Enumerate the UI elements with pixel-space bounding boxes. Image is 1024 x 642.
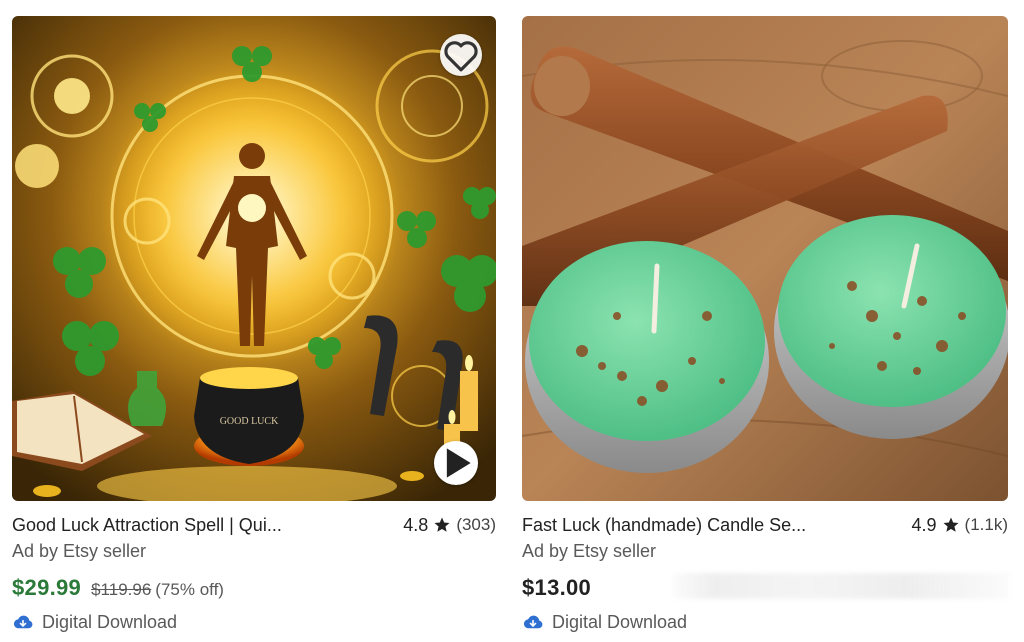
favorite-button[interactable]	[440, 34, 482, 76]
blurred-watermark	[672, 573, 1010, 599]
listing-image[interactable]: GOOD LUCK	[12, 16, 496, 501]
rating-score: 4.8	[403, 514, 429, 535]
delivery-label: Digital Download	[42, 611, 178, 632]
discount-percent: (75% off)	[155, 580, 224, 599]
delivery-label: Digital Download	[552, 611, 688, 632]
spell-artwork: GOOD LUCK	[12, 16, 496, 501]
star-icon	[434, 517, 450, 532]
cloud-download-icon	[13, 615, 33, 629]
play-icon	[446, 448, 471, 478]
listing-grid: GOOD LUCK Good Luck Attraction Spell | Q…	[0, 0, 1024, 642]
heart-icon	[444, 41, 478, 72]
review-count: (1.1k)	[964, 515, 1008, 534]
cauldron-text: GOOD LUCK	[220, 416, 279, 427]
listing-rating: 4.8 (303)	[403, 515, 496, 536]
listing-card[interactable]: GOOD LUCK Good Luck Attraction Spell | Q…	[12, 16, 496, 635]
delivery-info: Digital Download	[522, 609, 1008, 635]
listing-image[interactable]	[522, 16, 1008, 501]
rating-score: 4.9	[911, 514, 937, 535]
cloud-download-icon	[523, 615, 543, 629]
listing-title[interactable]: Fast Luck (handmade) Candle Se...	[522, 515, 806, 536]
price-row: $29.99 $119.96 (75% off)	[12, 575, 496, 605]
ad-label: Ad by Etsy seller	[12, 541, 147, 561]
ad-label: Ad by Etsy seller	[522, 541, 657, 561]
sale-price: $29.99	[12, 575, 82, 600]
review-count: (303)	[456, 515, 496, 534]
star-icon	[943, 517, 959, 532]
listing-card[interactable]: Fast Luck (handmade) Candle Se... 4.9 (1…	[522, 16, 1008, 635]
original-price: $119.96	[91, 580, 152, 599]
price: $13.00	[522, 575, 592, 600]
listing-rating: 4.9 (1.1k)	[912, 515, 1009, 536]
delivery-info: Digital Download	[12, 609, 496, 635]
listing-title[interactable]: Good Luck Attraction Spell | Qui...	[12, 515, 282, 536]
play-video-button[interactable]	[434, 441, 478, 485]
candle-photo	[522, 16, 1008, 501]
